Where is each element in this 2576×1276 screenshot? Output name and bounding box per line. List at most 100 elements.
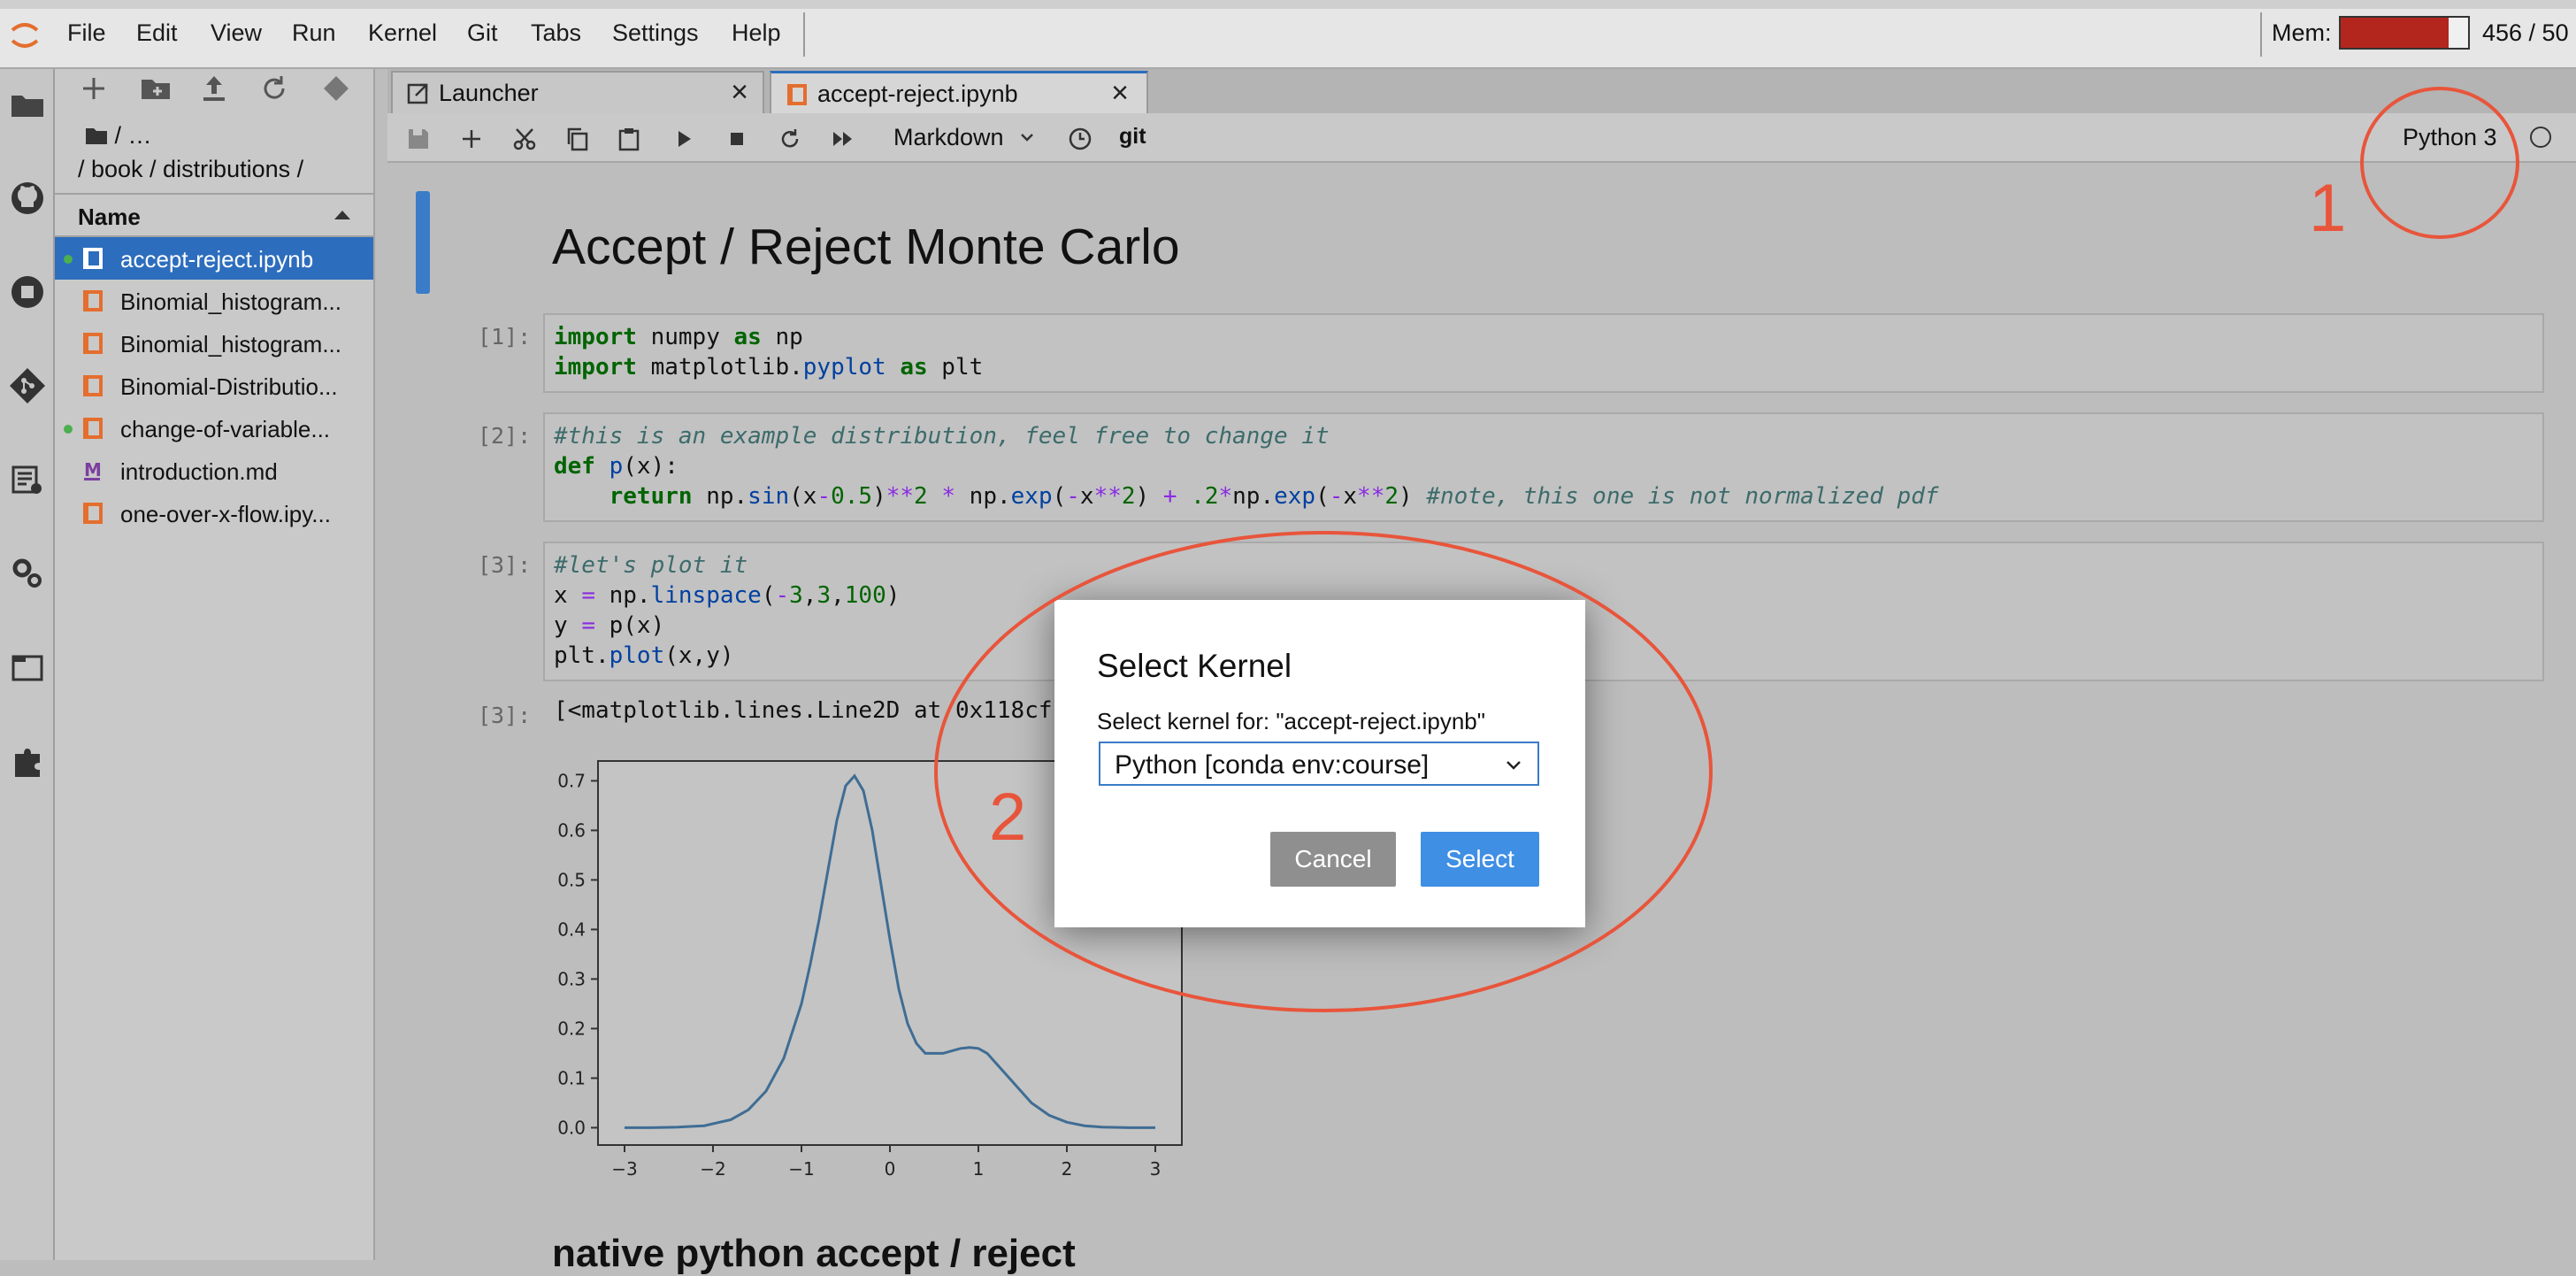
jupyter-logo-icon: [11, 23, 39, 48]
x-tick-label: 2: [1062, 1158, 1073, 1177]
cut-icon[interactable]: [511, 126, 538, 152]
refresh-icon[interactable]: [257, 71, 292, 106]
notebook-file-icon: [83, 418, 103, 439]
add-cell-icon[interactable]: [458, 126, 485, 152]
tab-accept-reject[interactable]: accept-reject.ipynb ×: [770, 71, 1148, 113]
file-item[interactable]: Binomial_histogram...: [55, 280, 373, 322]
new-folder-icon[interactable]: [138, 71, 173, 106]
chevron-down-icon[interactable]: [1019, 129, 1035, 145]
menu-edit[interactable]: Edit: [136, 19, 178, 47]
cancel-button[interactable]: Cancel: [1270, 832, 1396, 887]
notebook-file-icon: [83, 333, 103, 354]
run-icon[interactable]: [671, 126, 697, 152]
annotation-number-1: 1: [2309, 171, 2347, 246]
file-item[interactable]: accept-reject.ipynb: [55, 237, 373, 280]
menu-kernel[interactable]: Kernel: [368, 19, 437, 47]
menu-view[interactable]: View: [211, 19, 262, 47]
launcher-icon: [407, 83, 428, 104]
stop-icon[interactable]: [724, 126, 750, 152]
running-kernels-icon[interactable]: [8, 273, 47, 311]
kernel-select[interactable]: Python [conda env:course]: [1099, 742, 1539, 786]
breadcrumb-top-text[interactable]: / …: [115, 122, 152, 149]
code-line: #let's plot it: [554, 552, 748, 579]
cell-prompt: [1]:: [478, 324, 532, 350]
code-line: x = np.linspace(-3,3,100): [554, 582, 901, 609]
close-icon[interactable]: ×: [1108, 78, 1132, 108]
file-item[interactable]: one-over-x-flow.ipy...: [55, 492, 373, 534]
restart-icon[interactable]: [777, 126, 803, 152]
breadcrumb[interactable]: / book / distributions /: [78, 156, 303, 183]
menu-git[interactable]: Git: [467, 19, 498, 47]
table-of-contents-icon[interactable]: [8, 460, 47, 499]
file-name: change-of-variable...: [120, 416, 331, 442]
menu-settings[interactable]: Settings: [612, 19, 699, 47]
y-tick-label: 0.0: [557, 1117, 586, 1138]
file-item[interactable]: change-of-variable...: [55, 407, 373, 450]
memory-bar: [2339, 16, 2470, 50]
git-button[interactable]: git: [1119, 124, 1146, 150]
menu-run[interactable]: Run: [292, 19, 336, 47]
tab-label: Launcher: [439, 80, 539, 106]
notebook-toolbar: [387, 113, 2576, 163]
y-tick-label: 0.1: [557, 1067, 586, 1088]
x-tick-label: −3: [611, 1158, 637, 1177]
fast-forward-icon[interactable]: [830, 126, 856, 152]
tabs-icon[interactable]: [8, 648, 47, 687]
y-tick-label: 0.4: [557, 919, 586, 940]
y-tick-label: 0.6: [557, 819, 586, 841]
close-icon[interactable]: ×: [727, 77, 752, 107]
output-prompt: [3]:: [478, 703, 532, 728]
file-item[interactable]: Binomial-Distributio...: [55, 365, 373, 407]
folder-icon[interactable]: [8, 85, 47, 124]
menu-tabs[interactable]: Tabs: [531, 19, 581, 47]
cell-prompt: [2]:: [478, 423, 532, 449]
save-icon[interactable]: [405, 126, 432, 152]
section-heading[interactable]: native python accept / reject: [552, 1232, 1076, 1276]
file-name: introduction.md: [120, 458, 278, 485]
x-tick-label: 1: [973, 1158, 985, 1177]
file-name: one-over-x-flow.ipy...: [120, 501, 331, 527]
code-cell-2[interactable]: #this is an example distribution, feel f…: [543, 412, 2544, 522]
folder-home-icon: [86, 128, 107, 144]
kernel-name-button[interactable]: Python 3: [2403, 124, 2497, 151]
y-tick-label: 0.3: [557, 968, 586, 989]
github-icon[interactable]: [8, 179, 47, 218]
extension-manager-icon[interactable]: [8, 742, 47, 780]
cell-type-select[interactable]: Markdown: [893, 124, 1004, 151]
menu-help[interactable]: Help: [732, 19, 781, 47]
clock-icon[interactable]: [1067, 126, 1093, 152]
notebook-file-icon: [83, 503, 103, 524]
name-column-header[interactable]: Name: [55, 193, 375, 237]
git-clone-icon[interactable]: [318, 71, 354, 106]
git-icon[interactable]: [8, 366, 47, 405]
kernel-status-icon: [2530, 127, 2551, 148]
code-cell-1[interactable]: import numpy as np import matplotlib.pyp…: [543, 313, 2544, 393]
notebook-title[interactable]: Accept / Reject Monte Carlo: [552, 218, 1180, 276]
notebook-file-icon: [83, 375, 103, 396]
new-launcher-icon[interactable]: [76, 71, 111, 106]
notebook-file-icon: [83, 290, 103, 311]
copy-icon[interactable]: [564, 126, 591, 152]
tab-launcher[interactable]: Launcher ×: [391, 71, 764, 113]
y-tick-label: 0.7: [557, 770, 586, 791]
paste-icon[interactable]: [616, 126, 642, 152]
property-inspector-icon[interactable]: [8, 554, 47, 593]
breadcrumb-home[interactable]: / …: [85, 122, 152, 150]
tab-label: accept-reject.ipynb: [817, 81, 1018, 107]
sort-caret-icon: [334, 211, 350, 219]
menu-file[interactable]: File: [67, 19, 106, 47]
file-item[interactable]: Binomial_histogram...: [55, 322, 373, 365]
code-line: #this is an example distribution, feel f…: [554, 423, 1330, 450]
menu-separator: [803, 12, 805, 57]
markdown-file-icon: M: [84, 459, 102, 480]
memory-bar-fill: [2341, 18, 2450, 48]
annotation-number-2: 2: [989, 780, 1027, 855]
file-item[interactable]: Mintroduction.md: [55, 450, 373, 492]
x-tick-label: 3: [1150, 1158, 1162, 1177]
x-tick-label: −1: [788, 1158, 814, 1177]
upload-icon[interactable]: [196, 71, 232, 106]
dialog-label: Select kernel for: "accept-reject.ipynb": [1097, 708, 1485, 734]
running-indicator-icon: [64, 255, 73, 264]
select-button[interactable]: Select: [1421, 832, 1539, 887]
file-name: Binomial-Distributio...: [120, 373, 338, 400]
